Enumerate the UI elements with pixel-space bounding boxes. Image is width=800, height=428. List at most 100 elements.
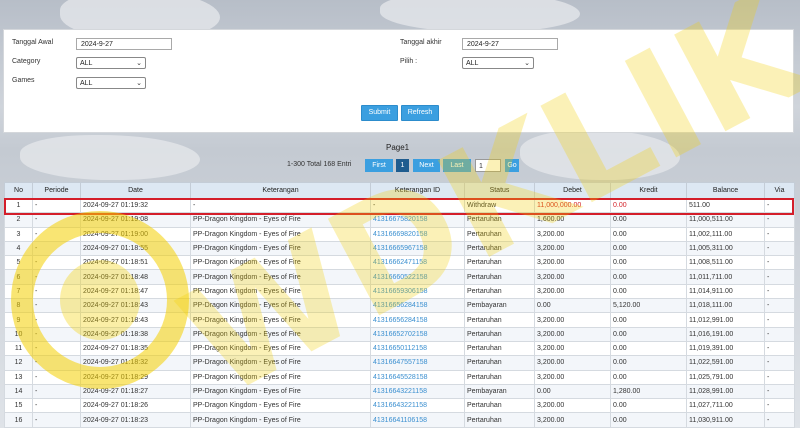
go-button[interactable]: Go bbox=[505, 159, 519, 172]
refresh-button[interactable]: Refresh bbox=[401, 105, 439, 121]
cell-no: 5 bbox=[4, 255, 33, 271]
table-row[interactable]: 4-2024-09-27 01:18:55 PP-Dragon Kingdom -… bbox=[4, 240, 795, 257]
pilih-select[interactable]: ALL ⌄ bbox=[462, 57, 534, 69]
cell-keterangan-id[interactable]: 41316641106158 bbox=[370, 412, 465, 428]
cell-via: - bbox=[764, 226, 795, 242]
cell-keterangan-id[interactable]: 41316650112158 bbox=[370, 340, 465, 357]
table-row[interactable]: 11-2024-09-27 01:18:35 PP-Dragon Kingdom … bbox=[4, 340, 795, 357]
cell-debet: 3,200.00 bbox=[534, 255, 611, 271]
cell-periode: - bbox=[32, 383, 81, 400]
cell-debet: 3,200.00 bbox=[534, 240, 611, 257]
cell-balance: 11,028,991.00 bbox=[686, 383, 765, 400]
cell-debet: 3,200.00 bbox=[534, 269, 611, 285]
table-row[interactable]: 13-2024-09-27 01:18:29 PP-Dragon Kingdom … bbox=[4, 369, 795, 385]
games-select[interactable]: ALL ⌄ bbox=[76, 77, 146, 89]
current-page-button[interactable]: 1 bbox=[396, 159, 409, 172]
cell-keterangan-id[interactable]: 41316645528158 bbox=[370, 369, 465, 385]
cell-kredit: 1,280.00 bbox=[610, 383, 687, 400]
cell-status: Pertaruhan bbox=[464, 240, 535, 257]
column-header-kredit: Kredit bbox=[610, 182, 687, 199]
cell-kredit: 0.00 bbox=[610, 255, 687, 271]
first-page-button[interactable]: First bbox=[365, 159, 393, 172]
table-row[interactable]: 10-2024-09-27 01:18:38 PP-Dragon Kingdom … bbox=[4, 326, 795, 342]
cell-keterangan-id[interactable]: 41316643221158 bbox=[370, 398, 465, 414]
cell-keterangan-id[interactable]: 41316662471158 bbox=[370, 255, 465, 271]
cell-periode: - bbox=[32, 312, 81, 328]
next-page-button[interactable]: Next bbox=[413, 159, 440, 172]
cell-keterangan-id[interactable]: 41316669820158 bbox=[370, 226, 465, 242]
cell-keterangan-id[interactable]: 41316643221158 bbox=[370, 383, 465, 400]
cell-no: 15 bbox=[4, 398, 33, 414]
cell-via: - bbox=[764, 398, 795, 414]
cell-no: 16 bbox=[4, 412, 33, 428]
cell-keterangan-id[interactable]: 41316659306158 bbox=[370, 283, 465, 300]
tanggal-akhir-input[interactable]: 2024-9-27 bbox=[462, 38, 558, 50]
cell-keterangan-id[interactable]: 41316647557158 bbox=[370, 355, 465, 371]
cell-keterangan: PP-Dragon Kingdom - Eyes of Fire bbox=[190, 226, 371, 242]
column-header-periode: Periode bbox=[32, 182, 81, 199]
column-header-balance: Balance bbox=[686, 182, 765, 199]
table-row[interactable]: 16-2024-09-27 01:18:23 PP-Dragon Kingdom … bbox=[4, 412, 795, 428]
cell-keterangan: PP-Dragon Kingdom - Eyes of Fire bbox=[190, 298, 371, 314]
cell-date: 2024-09-27 01:18:26 bbox=[80, 398, 191, 414]
cell-keterangan-id[interactable]: 41316656284158 bbox=[370, 312, 465, 328]
table-row[interactable]: 3-2024-09-27 01:19:00 PP-Dragon Kingdom -… bbox=[4, 226, 795, 242]
cell-balance: 11,014,911.00 bbox=[686, 283, 765, 300]
table-row[interactable]: 9-2024-09-27 01:18:43 PP-Dragon Kingdom -… bbox=[4, 312, 795, 328]
category-select[interactable]: ALL ⌄ bbox=[76, 57, 146, 69]
last-page-button[interactable]: Last bbox=[443, 159, 471, 172]
games-label: Games bbox=[12, 77, 35, 84]
cell-date: 2024-09-27 01:18:51 bbox=[80, 255, 191, 271]
filter-panel: Tanggal Awal 2024-9-27 Tanggal akhir 202… bbox=[3, 29, 794, 133]
cell-via: - bbox=[764, 355, 795, 371]
table-row[interactable]: 6-2024-09-27 01:18:48 PP-Dragon Kingdom -… bbox=[4, 269, 795, 285]
tanggal-awal-input[interactable]: 2024-9-27 bbox=[76, 38, 172, 50]
cell-via: - bbox=[764, 283, 795, 300]
cell-status: Pertaruhan bbox=[464, 355, 535, 371]
cell-status: Pertaruhan bbox=[464, 412, 535, 428]
cell-periode: - bbox=[32, 369, 81, 385]
cell-kredit: 0.00 bbox=[610, 269, 687, 285]
cell-periode: - bbox=[32, 240, 81, 257]
cell-debet: 0.00 bbox=[534, 383, 611, 400]
cell-status: Pertaruhan bbox=[464, 398, 535, 414]
cell-debet: 3,200.00 bbox=[534, 226, 611, 242]
cell-kredit: 0.00 bbox=[610, 398, 687, 414]
cell-kredit: 0.00 bbox=[610, 240, 687, 257]
cell-periode: - bbox=[32, 298, 81, 314]
submit-button[interactable]: Submit bbox=[361, 105, 398, 121]
page-number-input[interactable]: 1 bbox=[475, 159, 501, 172]
cell-no: 8 bbox=[4, 298, 33, 314]
cell-debet: 3,200.00 bbox=[534, 412, 611, 428]
cell-balance: 11,008,511.00 bbox=[686, 255, 765, 271]
cell-via: - bbox=[764, 269, 795, 285]
table-row[interactable]: 15-2024-09-27 01:18:26 PP-Dragon Kingdom … bbox=[4, 398, 795, 414]
cell-date: 2024-09-27 01:18:27 bbox=[80, 383, 191, 400]
cell-balance: 11,011,711.00 bbox=[686, 269, 765, 285]
cell-debet: 3,200.00 bbox=[534, 369, 611, 385]
cell-keterangan: PP-Dragon Kingdom - Eyes of Fire bbox=[190, 312, 371, 328]
table-row[interactable]: 14-2024-09-27 01:18:27 PP-Dragon Kingdom … bbox=[4, 383, 795, 400]
cell-kredit: 0.00 bbox=[610, 355, 687, 371]
cell-date: 2024-09-27 01:18:35 bbox=[80, 340, 191, 357]
table-row[interactable]: 5-2024-09-27 01:18:51 PP-Dragon Kingdom -… bbox=[4, 255, 795, 271]
cell-keterangan-id[interactable]: 41316652702158 bbox=[370, 326, 465, 342]
cell-debet: 3,200.00 bbox=[534, 398, 611, 414]
table-row[interactable]: 7-2024-09-27 01:18:47 PP-Dragon Kingdom -… bbox=[4, 283, 795, 300]
cell-no: 10 bbox=[4, 326, 33, 342]
table-row[interactable]: 8-2024-09-27 01:18:43 PP-Dragon Kingdom -… bbox=[4, 298, 795, 314]
cell-status: Pertaruhan bbox=[464, 369, 535, 385]
column-header-keterangan: Keterangan bbox=[190, 182, 371, 199]
pilih-select-value: ALL bbox=[466, 60, 479, 67]
cell-debet: 3,200.00 bbox=[534, 326, 611, 342]
cell-date: 2024-09-27 01:18:29 bbox=[80, 369, 191, 385]
cell-periode: - bbox=[32, 340, 81, 357]
table-header-row: No Periode Date Keterangan Keterangan ID Stat… bbox=[4, 182, 795, 199]
cell-keterangan-id[interactable]: 41316665967158 bbox=[370, 240, 465, 257]
cell-keterangan-id[interactable]: 41316660522158 bbox=[370, 269, 465, 285]
cell-kredit: 0.00 bbox=[610, 312, 687, 328]
cell-debet: 0.00 bbox=[534, 298, 611, 314]
cell-keterangan-id[interactable]: 41316656284158 bbox=[370, 298, 465, 314]
table-row[interactable]: 12-2024-09-27 01:18:32 PP-Dragon Kingdom … bbox=[4, 355, 795, 371]
cell-date: 2024-09-27 01:18:32 bbox=[80, 355, 191, 371]
